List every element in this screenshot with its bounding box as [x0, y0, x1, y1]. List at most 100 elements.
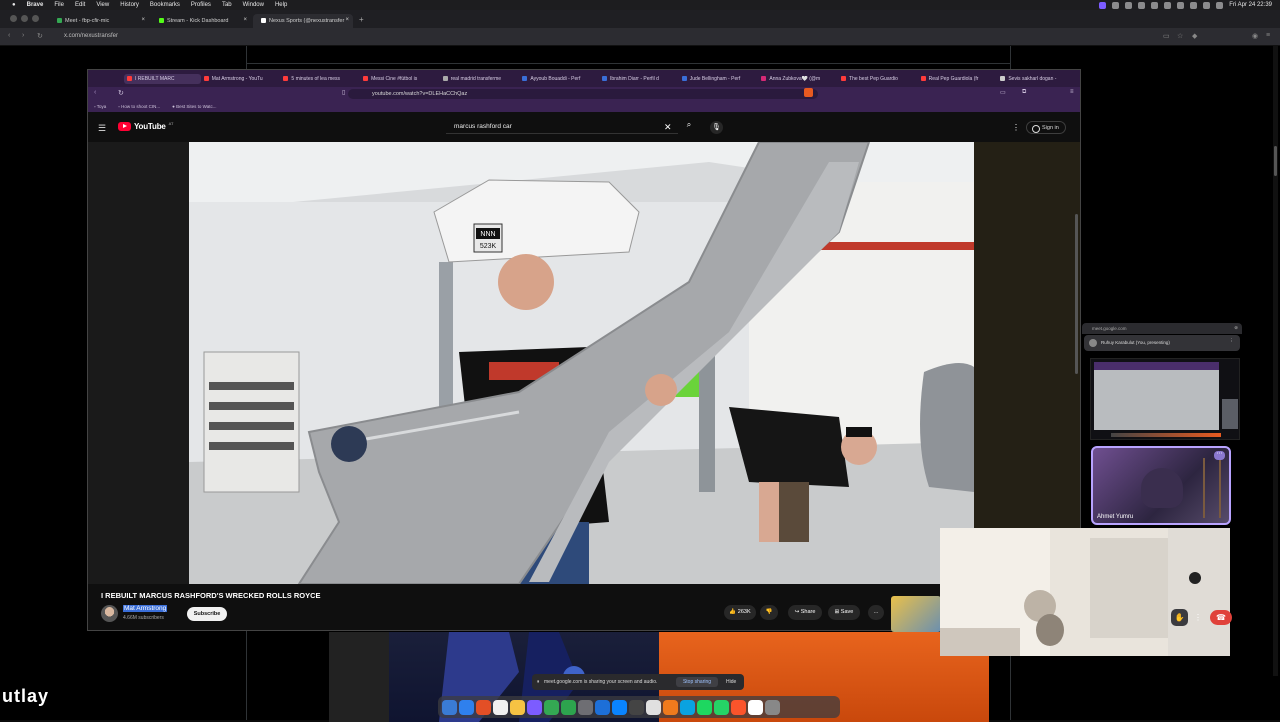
app-icon[interactable] [646, 699, 661, 715]
outer-tab-meet[interactable]: Meet - fbp-cfir-mic × [49, 14, 149, 28]
menu-profiles[interactable]: Profiles [191, 0, 211, 10]
inner-url-field[interactable]: youtube.com/watch?v=DLEHaCChQaz [348, 89, 818, 99]
trash-icon[interactable] [765, 699, 780, 715]
clock[interactable]: Fri Apr 24 22:39 [1229, 0, 1272, 10]
inner-tab[interactable]: Real Pep Guardiola (fr [920, 76, 998, 82]
sidebar-icon[interactable]: ▭ [1000, 89, 1006, 96]
video-player[interactable]: NNN 523K [88, 142, 1080, 584]
apple-icon[interactable]: ● [12, 0, 16, 10]
leave-call-button[interactable]: ☎ [1210, 610, 1232, 625]
clear-search-icon[interactable]: ✕ [664, 122, 672, 133]
menu-edit[interactable]: Edit [75, 0, 85, 10]
share-button[interactable]: ↪ Share [788, 605, 822, 620]
search-input[interactable]: marcus rashford car [446, 120, 678, 134]
safari-icon[interactable] [459, 699, 474, 715]
new-tab-icon[interactable]: + [359, 15, 364, 24]
terminal-icon[interactable] [629, 699, 644, 715]
finder-icon[interactable] [442, 699, 457, 715]
menu-icon[interactable]: ≡ [1266, 32, 1270, 39]
self-view-tile[interactable] [940, 528, 1230, 656]
reload-icon[interactable]: ↻ [118, 89, 124, 97]
menu-icon[interactable]: ≡ [1070, 89, 1074, 95]
inner-tab[interactable]: Messi Cine #fútbol is [363, 76, 440, 82]
vscode-icon[interactable] [595, 699, 610, 715]
screen-share-icon[interactable] [1099, 1, 1107, 9]
menu-app-name[interactable]: Brave [27, 0, 44, 10]
menu-file[interactable]: File [54, 0, 64, 10]
bookmark-item[interactable]: ● Best Sites to Watc... [172, 104, 216, 109]
battery-icon[interactable] [1190, 1, 1198, 9]
inner-tab[interactable]: real madrid transferme [442, 76, 520, 82]
inner-scrollbar[interactable] [1075, 214, 1078, 374]
document-icon[interactable] [748, 699, 763, 715]
outer-tab-kick[interactable]: Stream - Kick Dashboard × [151, 14, 251, 28]
back-icon[interactable]: ‹ [8, 32, 10, 39]
bookmark-icon[interactable]: ▯ [342, 89, 345, 96]
control-center-icon[interactable] [1216, 1, 1224, 9]
close-icon[interactable]: ⊗ [1234, 325, 1238, 331]
url-field[interactable]: x.com/nexustransfer [64, 33, 118, 39]
brave-icon[interactable] [731, 699, 746, 715]
presentation-thumbnail[interactable] [1090, 358, 1240, 440]
presenting-bar[interactable]: Ruhuy Karabulut (You, presenting) ⋮ [1084, 335, 1240, 351]
cast-icon[interactable]: ▭ [1163, 32, 1170, 40]
sign-in-button[interactable]: Sign in [1026, 121, 1066, 134]
inner-tab[interactable]: Jude Bellingham - Perf [681, 76, 759, 82]
microphone-icon[interactable]: 🎙 [710, 121, 723, 134]
menu-view[interactable]: View [96, 0, 109, 10]
close-icon[interactable]: × [345, 17, 349, 23]
app-icon[interactable] [527, 699, 542, 715]
video-frame[interactable]: NNN 523K [189, 142, 974, 584]
inner-tab[interactable]: Ibrahim Diarr - Perfil d [602, 76, 679, 82]
raise-hand-button[interactable]: ✋ [1171, 609, 1188, 626]
menu-window[interactable]: Window [243, 0, 264, 10]
app-icon[interactable] [663, 699, 678, 715]
like-button[interactable]: 👍 263K [724, 605, 756, 620]
status-icon[interactable] [1138, 1, 1146, 9]
inner-tab[interactable]: Sevis sakharl dogan - [1000, 76, 1077, 82]
recommended-video-thumbnail[interactable] [891, 596, 941, 632]
page-scrollbar[interactable] [1273, 46, 1278, 676]
bookmark-item[interactable]: ▫ Toya [94, 104, 106, 109]
search-icon[interactable]: ⌕ [680, 120, 698, 134]
inner-tab[interactable]: Ayyoub Bouaddi - Perf [522, 76, 599, 82]
wifi-icon[interactable] [1177, 1, 1185, 9]
close-window-button[interactable] [10, 15, 17, 22]
save-button[interactable]: ⊞ Save [828, 605, 860, 620]
youtube-logo[interactable]: YouTube AT [118, 121, 173, 131]
participant-tile[interactable]: ⋯ Ahmet Yumru [1091, 446, 1231, 525]
scroll-thumb[interactable] [1274, 146, 1277, 176]
status-icon[interactable] [1125, 1, 1133, 9]
menu-tab[interactable]: Tab [222, 0, 232, 10]
brave-shield-icon[interactable]: ◆ [1192, 32, 1197, 40]
outer-tab-x[interactable]: Nexus Sports (@nexustransfer × [253, 14, 353, 28]
back-icon[interactable]: ‹ [94, 89, 96, 96]
search-icon[interactable] [1203, 1, 1211, 9]
more-options-icon[interactable]: ⋮ [1193, 609, 1203, 626]
channel-avatar[interactable] [101, 605, 118, 622]
zoom-window-button[interactable] [32, 15, 39, 22]
subscribe-button[interactable]: Subscribe [187, 607, 227, 621]
app-icon[interactable] [476, 699, 491, 715]
dislike-button[interactable]: 👎 [760, 605, 778, 620]
inner-tab[interactable]: 5 minutes of lea mess [283, 76, 360, 82]
app-icon[interactable] [561, 699, 576, 715]
hide-button[interactable]: Hide [726, 679, 736, 685]
settings-icon[interactable] [578, 699, 593, 715]
more-options-icon[interactable]: ⋯ [1214, 451, 1225, 460]
status-icon[interactable] [1164, 1, 1172, 9]
bookmark-icon[interactable]: ☆ [1177, 32, 1183, 40]
inner-tab[interactable]: The best Pep Guardio [841, 76, 918, 82]
hamburger-menu-icon[interactable]: ☰ [98, 123, 106, 134]
stop-sharing-button[interactable]: Stop sharing [676, 677, 718, 687]
profile-icon[interactable]: ◉ [1252, 32, 1258, 40]
spotify-icon[interactable] [697, 699, 712, 715]
brave-shield-icon[interactable] [804, 88, 813, 97]
reload-icon[interactable]: ↻ [37, 32, 43, 40]
calendar-icon[interactable] [493, 699, 508, 715]
more-actions-button[interactable]: … [868, 605, 884, 620]
app-icon[interactable] [612, 699, 627, 715]
menu-history[interactable]: History [120, 0, 139, 10]
chrome-icon[interactable] [544, 699, 559, 715]
menu-bookmarks[interactable]: Bookmarks [150, 0, 180, 10]
